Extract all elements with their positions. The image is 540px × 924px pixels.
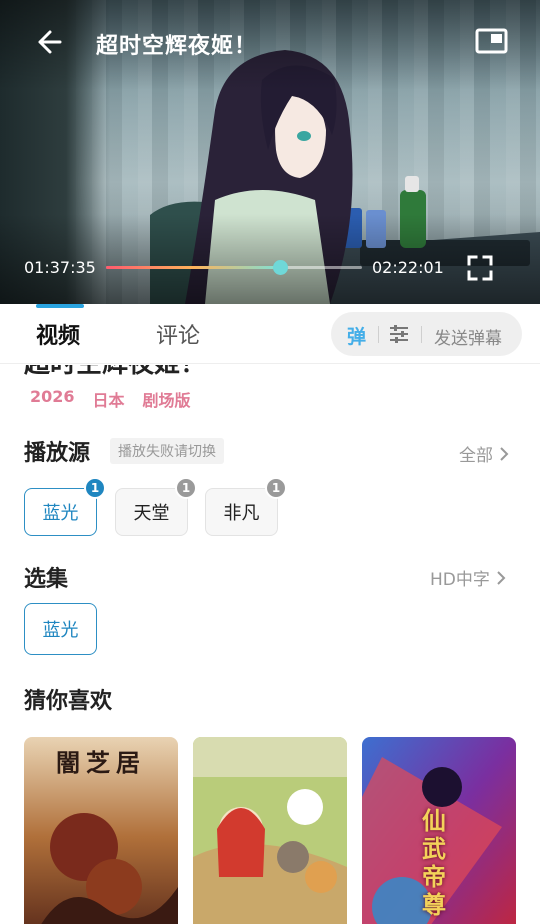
video-title: 超时空辉夜姬！ [96,34,258,59]
fullscreen-icon [467,255,493,281]
meta-type: 剧场版 [142,391,191,410]
source-chip-label: 天堂 [133,503,170,524]
poster-title: 闇芝居 [56,748,146,777]
danmaku-toggle[interactable]: 弹 [347,322,366,349]
sources-hint: 播放失败请切换 [110,438,224,464]
poster-title: 仙武帝尊 [422,806,446,919]
source-chip-feifan[interactable]: 非凡 1 [205,477,287,536]
chevron-right-icon [500,446,509,461]
detail-title: 超时空辉夜姬！ [24,365,206,380]
episodes-quality-link[interactable]: HD中字 [430,565,506,590]
episodes-quality-label: HD中字 [430,570,490,590]
episode-chip-label: 蓝光 [42,620,79,641]
divider [378,326,379,343]
sources-heading: 播放源 [24,441,91,466]
back-button[interactable] [28,24,68,60]
recommend-heading: 猜你喜欢 [24,689,113,714]
detail-content: 超时空辉夜姬！ 2026 日本 剧场版 播放源 播放失败请切换 全部 蓝光 1 … [0,365,540,924]
source-count-badge: 1 [84,477,106,499]
source-chip-label: 非凡 [223,503,260,524]
total-time: 02:22:01 [372,258,444,277]
tab-bar: 视频 评论 弹 发送弹幕 [0,304,540,364]
recommend-poster-1[interactable]: 闇芝居 [24,737,178,924]
danmaku-settings-icon[interactable] [388,324,410,344]
seek-bar-thumb[interactable] [273,260,289,275]
tab-video[interactable]: 视频 [36,318,80,350]
active-tab-indicator [36,304,84,308]
episodes-heading: 选集 [24,567,69,592]
source-chip-label: 蓝光 [42,503,79,524]
episode-chip-languang[interactable]: 蓝光 [24,603,97,655]
source-count-badge: 1 [265,477,287,499]
source-count-badge: 1 [175,477,197,499]
recommend-poster-2[interactable] [193,737,347,924]
recommend-poster-3[interactable]: 仙武帝尊 [362,737,516,924]
meta-year: 2026 [30,387,75,406]
divider [421,326,422,343]
tab-comment[interactable]: 评论 [156,318,200,350]
meta-region: 日本 [92,391,125,410]
chevron-right-icon [497,570,506,585]
top-overlay [0,0,540,90]
back-arrow-icon [38,30,62,54]
danmaku-controls: 弹 发送弹幕 [331,312,522,356]
source-chip-tiantang[interactable]: 天堂 1 [115,477,197,536]
source-chip-languang[interactable]: 蓝光 1 [24,477,106,536]
send-danmaku-input[interactable]: 发送弹幕 [434,324,502,349]
fullscreen-button[interactable] [466,254,494,282]
sources-all-label: 全部 [459,446,493,466]
current-time: 01:37:35 [24,258,96,277]
sources-all-link[interactable]: 全部 [459,441,509,466]
detail-meta: 2026 日本 剧场版 [30,387,191,411]
picture-in-picture-icon [475,28,508,54]
picture-in-picture-button[interactable] [474,26,510,58]
poster-image [193,737,347,924]
seek-bar[interactable] [106,260,362,275]
video-player[interactable]: 超时空辉夜姬！ 01:37:35 02:22:01 [0,0,540,304]
seek-bar-progress [106,266,281,269]
